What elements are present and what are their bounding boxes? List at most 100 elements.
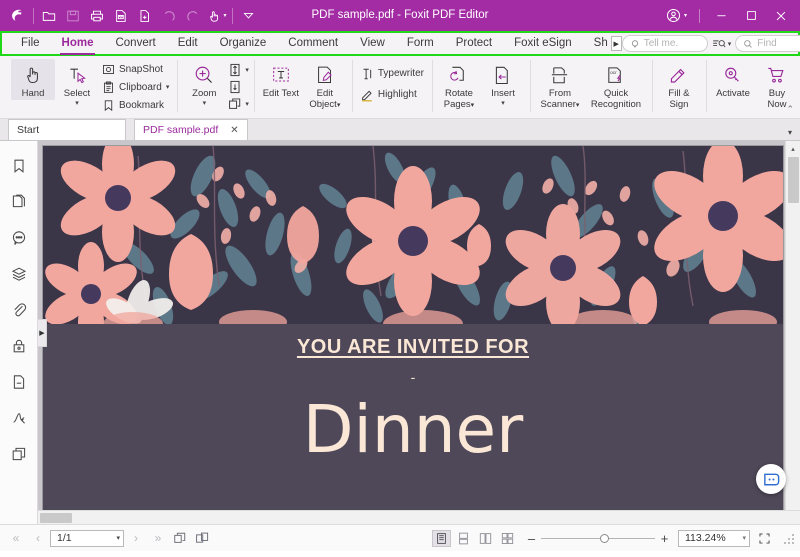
document-tab-strip: Start PDF sample.pdf ✕ ▾: [0, 119, 800, 141]
facing-continuous-view-button[interactable]: [498, 530, 517, 547]
scroll-up-button[interactable]: ▴: [786, 141, 800, 156]
touch-mode-button[interactable]: ▾: [205, 4, 229, 28]
security-lock-icon[interactable]: [7, 335, 31, 357]
zoom-in-button[interactable]: +: [659, 531, 670, 546]
open-file-button[interactable]: [37, 4, 61, 28]
buy-now-button[interactable]: BuyNow: [755, 59, 799, 110]
menu-item-organize[interactable]: Organize: [209, 33, 278, 54]
fill-and-sign-button[interactable]: Fill &Sign: [657, 59, 701, 110]
select-tool-button[interactable]: Select ▾: [55, 59, 99, 106]
page-number-input[interactable]: 1/1 ▾: [50, 530, 124, 547]
bookmarks-icon[interactable]: [7, 155, 31, 177]
maximize-button[interactable]: [736, 3, 766, 29]
zoom-tool-button[interactable]: Zoom ▾: [182, 59, 226, 106]
signature-icon[interactable]: [7, 407, 31, 429]
vertical-scroll-thumb[interactable]: [788, 157, 799, 203]
activate-button[interactable]: Activate: [711, 59, 755, 100]
menu-item-file[interactable]: File: [10, 33, 51, 54]
fill-and-sign-label: Fill &Sign: [668, 89, 689, 110]
split-pages-icon[interactable]: [170, 529, 190, 547]
vertical-scrollbar[interactable]: ▴ ▾: [785, 141, 800, 524]
menu-item-form[interactable]: Form: [396, 33, 445, 54]
chevron-down-icon[interactable]: ▾: [742, 534, 746, 542]
highlight-button[interactable]: Highlight: [357, 86, 427, 103]
facing-view-button[interactable]: [476, 530, 495, 547]
document-viewport[interactable]: YOU ARE INVITED FOR - Dinner ▴ ▾: [38, 141, 800, 524]
chevron-down-icon[interactable]: ▾: [501, 101, 505, 106]
quick-recognition-button[interactable]: ocr QuickRecognition: [585, 59, 647, 110]
horizontal-scrollbar[interactable]: [38, 510, 800, 524]
collapse-ribbon-icon[interactable]: ⌃: [786, 104, 794, 115]
stamps-icon[interactable]: [7, 443, 31, 465]
single-page-view-button[interactable]: [432, 530, 451, 547]
find-input[interactable]: Find: [735, 35, 800, 52]
tab-pdf-sample[interactable]: PDF sample.pdf ✕: [134, 119, 248, 140]
zoom-out-button[interactable]: –: [526, 531, 537, 546]
email-document-button[interactable]: [109, 4, 133, 28]
first-page-button[interactable]: «: [6, 529, 26, 547]
menu-item-edit[interactable]: Edit: [167, 33, 209, 54]
typewriter-button[interactable]: Typewriter: [357, 65, 427, 82]
minimize-button[interactable]: [706, 3, 736, 29]
pages-icon[interactable]: [7, 191, 31, 213]
horizontal-scroll-thumb[interactable]: [40, 513, 72, 523]
chevron-down-icon[interactable]: ▾: [245, 102, 249, 107]
last-page-button[interactable]: »: [148, 529, 168, 547]
edit-text-button[interactable]: Edit Text: [259, 59, 303, 100]
navigation-pane-expander[interactable]: ▶: [38, 319, 47, 347]
fullscreen-icon[interactable]: [754, 529, 774, 547]
from-scanner-button[interactable]: FromScanner▾: [535, 59, 585, 111]
snapshot-button[interactable]: SnapShot: [99, 61, 172, 78]
document-info-icon[interactable]: [7, 371, 31, 393]
continuous-view-button[interactable]: [454, 530, 473, 547]
menu-item-comment[interactable]: Comment: [277, 33, 349, 54]
close-icon[interactable]: ✕: [230, 125, 238, 136]
navigation-pane: [0, 141, 38, 524]
chevron-down-icon[interactable]: ▾: [116, 534, 120, 542]
fit-width-button[interactable]: [226, 79, 243, 95]
split-view-button[interactable]: [226, 96, 243, 112]
save-button[interactable]: [61, 4, 85, 28]
create-pdf-button[interactable]: [133, 4, 157, 28]
next-page-button[interactable]: ›: [126, 529, 146, 547]
account-button[interactable]: ▾: [660, 8, 693, 23]
undo-button[interactable]: [157, 4, 181, 28]
print-button[interactable]: [85, 4, 109, 28]
chevron-down-icon[interactable]: ▾: [166, 85, 170, 90]
rotate-pages-button[interactable]: RotatePages▾: [437, 59, 481, 111]
chat-help-icon[interactable]: [756, 464, 786, 494]
redo-button[interactable]: [181, 4, 205, 28]
compare-pages-icon[interactable]: [192, 529, 212, 547]
menu-item-protect[interactable]: Protect: [445, 33, 503, 54]
hand-tool-button[interactable]: Hand: [11, 59, 55, 100]
comments-icon[interactable]: [7, 227, 31, 249]
menu-item-view[interactable]: View: [349, 33, 396, 54]
resize-grip[interactable]: [783, 533, 794, 544]
menu-item-foxit-esign[interactable]: Foxit eSign: [503, 33, 583, 54]
zoom-level-input[interactable]: 113.24% ▾: [678, 530, 750, 547]
menu-bar-highlight: File Home Convert Edit Organize Comment …: [0, 31, 800, 56]
layers-icon[interactable]: [7, 263, 31, 285]
edit-object-button[interactable]: EditObject▾: [303, 59, 347, 111]
tab-overflow-button[interactable]: ▾: [788, 128, 800, 140]
customize-toolbar-button[interactable]: [236, 4, 260, 28]
chevron-down-icon[interactable]: ▾: [75, 101, 79, 106]
close-button[interactable]: [766, 3, 796, 29]
advanced-search-button[interactable]: ▾: [712, 38, 732, 50]
fit-page-button[interactable]: [226, 62, 243, 78]
previous-page-button[interactable]: ‹: [28, 529, 48, 547]
clipboard-button[interactable]: Clipboard ▾: [99, 79, 172, 96]
insert-page-button[interactable]: Insert ▾: [481, 59, 525, 106]
zoom-slider[interactable]: [541, 533, 655, 544]
zoom-slider-knob[interactable]: [600, 534, 609, 543]
menu-overflow-arrow-icon[interactable]: ▶: [611, 36, 622, 51]
chevron-down-icon[interactable]: ▾: [245, 68, 249, 73]
chevron-down-icon[interactable]: ▾: [203, 101, 207, 106]
tell-me-input[interactable]: Tell me.: [622, 35, 708, 52]
attachments-icon[interactable]: [7, 299, 31, 321]
menu-item-convert[interactable]: Convert: [104, 33, 166, 54]
bookmark-button[interactable]: Bookmark: [99, 97, 172, 114]
menu-item-home[interactable]: Home: [51, 33, 105, 54]
menu-item-share[interactable]: Sh: [583, 33, 610, 54]
tab-start[interactable]: Start: [8, 119, 126, 140]
